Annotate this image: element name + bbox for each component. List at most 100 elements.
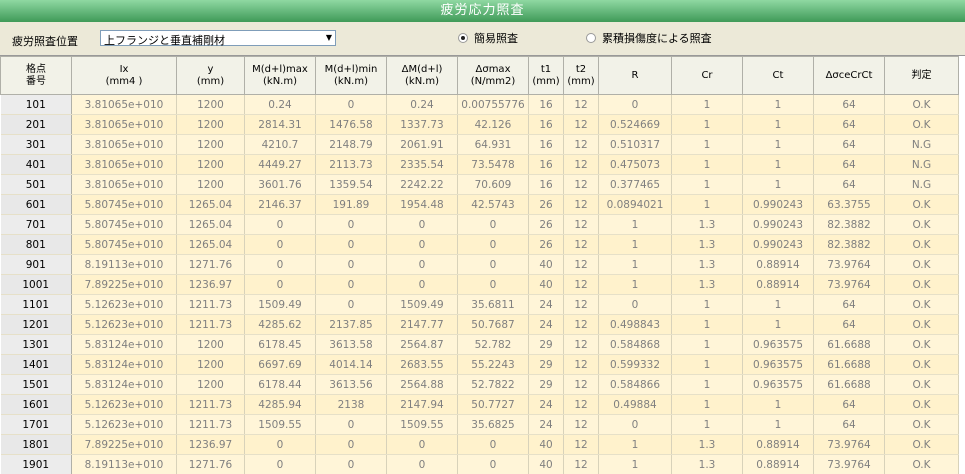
table-cell[interactable]: 12: [564, 255, 599, 275]
table-cell[interactable]: 4014.14: [316, 355, 387, 375]
table-cell[interactable]: 1200: [177, 335, 245, 355]
table-cell[interactable]: 0.963575: [743, 335, 814, 355]
table-cell[interactable]: 61.6688: [814, 335, 885, 355]
table-cell[interactable]: 5.83124e+010: [72, 375, 177, 395]
table-cell[interactable]: 16: [529, 175, 564, 195]
table-cell[interactable]: 5.12623e+010: [72, 315, 177, 335]
table-row[interactable]: 2013.81065e+01012002814.311476.581337.73…: [1, 115, 959, 135]
table-cell[interactable]: 0: [458, 435, 529, 455]
table-cell[interactable]: 12: [564, 95, 599, 115]
table-cell[interactable]: 0.24: [245, 95, 316, 115]
table-row[interactable]: 11015.12623e+0101211.731509.4901509.4935…: [1, 295, 959, 315]
table-cell[interactable]: 1: [672, 155, 743, 175]
table-cell[interactable]: 2683.55: [387, 355, 458, 375]
table-cell[interactable]: N.G: [885, 155, 959, 175]
table-cell[interactable]: 1359.54: [316, 175, 387, 195]
node-number-cell[interactable]: 801: [1, 235, 72, 255]
table-cell[interactable]: 4285.94: [245, 395, 316, 415]
table-cell[interactable]: 1: [672, 395, 743, 415]
table-cell[interactable]: O.K: [885, 215, 959, 235]
table-row[interactable]: 6015.80745e+0101265.042146.37191.891954.…: [1, 195, 959, 215]
table-cell[interactable]: 1: [672, 135, 743, 155]
table-cell[interactable]: 12: [564, 455, 599, 474]
table-cell[interactable]: 1: [599, 235, 672, 255]
table-cell[interactable]: 16: [529, 95, 564, 115]
table-cell[interactable]: 1: [599, 455, 672, 474]
table-cell[interactable]: O.K: [885, 195, 959, 215]
table-cell[interactable]: 0: [316, 235, 387, 255]
table-cell[interactable]: 3.81065e+010: [72, 135, 177, 155]
table-cell[interactable]: 1200: [177, 175, 245, 195]
table-cell[interactable]: 40: [529, 455, 564, 474]
table-cell[interactable]: 64: [814, 175, 885, 195]
table-cell[interactable]: 0: [387, 215, 458, 235]
column-header[interactable]: y (mm): [177, 57, 245, 95]
table-cell[interactable]: 0: [387, 255, 458, 275]
table-row[interactable]: 1013.81065e+01012000.2400.240.0075577616…: [1, 95, 959, 115]
table-cell[interactable]: 1: [743, 115, 814, 135]
table-cell[interactable]: 0: [599, 415, 672, 435]
node-number-cell[interactable]: 101: [1, 95, 72, 115]
table-cell[interactable]: 6178.45: [245, 335, 316, 355]
table-cell[interactable]: 1: [672, 195, 743, 215]
table-cell[interactable]: 0.990243: [743, 215, 814, 235]
table-cell[interactable]: O.K: [885, 455, 959, 474]
table-cell[interactable]: 1509.55: [245, 415, 316, 435]
table-cell[interactable]: 3.81065e+010: [72, 95, 177, 115]
table-cell[interactable]: 0: [387, 235, 458, 255]
table-cell[interactable]: 0: [245, 255, 316, 275]
node-number-cell[interactable]: 401: [1, 155, 72, 175]
table-cell[interactable]: 1200: [177, 375, 245, 395]
table-cell[interactable]: 16: [529, 115, 564, 135]
table-cell[interactable]: 12: [564, 435, 599, 455]
table-cell[interactable]: 73.9764: [814, 255, 885, 275]
table-cell[interactable]: 50.7687: [458, 315, 529, 335]
table-cell[interactable]: O.K: [885, 435, 959, 455]
node-number-cell[interactable]: 201: [1, 115, 72, 135]
node-number-cell[interactable]: 301: [1, 135, 72, 155]
check-location-dropdown[interactable]: 上フランジと垂直補剛材 ▼: [100, 30, 336, 46]
table-cell[interactable]: 7.89225e+010: [72, 435, 177, 455]
table-cell[interactable]: 0: [458, 215, 529, 235]
table-cell[interactable]: 63.3755: [814, 195, 885, 215]
column-header[interactable]: t1 (mm): [529, 57, 564, 95]
table-cell[interactable]: 1.3: [672, 235, 743, 255]
table-cell[interactable]: 1509.49: [245, 295, 316, 315]
table-cell[interactable]: 40: [529, 435, 564, 455]
table-cell[interactable]: O.K: [885, 235, 959, 255]
table-row[interactable]: 4013.81065e+01012004449.272113.732335.54…: [1, 155, 959, 175]
table-cell[interactable]: 1265.04: [177, 215, 245, 235]
table-cell[interactable]: 0: [245, 455, 316, 474]
table-cell[interactable]: 2564.87: [387, 335, 458, 355]
table-cell[interactable]: 5.12623e+010: [72, 295, 177, 315]
table-cell[interactable]: 1200: [177, 355, 245, 375]
table-cell[interactable]: 2335.54: [387, 155, 458, 175]
table-cell[interactable]: 1271.76: [177, 255, 245, 275]
table-cell[interactable]: 2146.37: [245, 195, 316, 215]
table-cell[interactable]: N.G: [885, 175, 959, 195]
table-cell[interactable]: 64: [814, 395, 885, 415]
table-cell[interactable]: 1.3: [672, 215, 743, 235]
column-header[interactable]: Δσmax (N/mm2): [458, 57, 529, 95]
table-cell[interactable]: 1265.04: [177, 195, 245, 215]
table-cell[interactable]: 0: [316, 415, 387, 435]
table-cell[interactable]: 2147.94: [387, 395, 458, 415]
table-cell[interactable]: 26: [529, 215, 564, 235]
table-cell[interactable]: 0.24: [387, 95, 458, 115]
table-cell[interactable]: 5.80745e+010: [72, 235, 177, 255]
table-cell[interactable]: 1509.55: [387, 415, 458, 435]
table-row[interactable]: 3013.81065e+01012004210.72148.792061.916…: [1, 135, 959, 155]
table-cell[interactable]: 0: [599, 95, 672, 115]
table-cell[interactable]: 12: [564, 335, 599, 355]
table-cell[interactable]: O.K: [885, 355, 959, 375]
table-cell[interactable]: 26: [529, 195, 564, 215]
table-cell[interactable]: 0.498843: [599, 315, 672, 335]
node-number-cell[interactable]: 1501: [1, 375, 72, 395]
table-cell[interactable]: 0: [316, 455, 387, 474]
table-cell[interactable]: O.K: [885, 275, 959, 295]
table-cell[interactable]: 1: [743, 135, 814, 155]
table-row[interactable]: 13015.83124e+01012006178.453613.582564.8…: [1, 335, 959, 355]
simple-check-radio[interactable]: 簡易照査: [458, 31, 518, 45]
table-cell[interactable]: 7.89225e+010: [72, 275, 177, 295]
table-cell[interactable]: 82.3882: [814, 235, 885, 255]
